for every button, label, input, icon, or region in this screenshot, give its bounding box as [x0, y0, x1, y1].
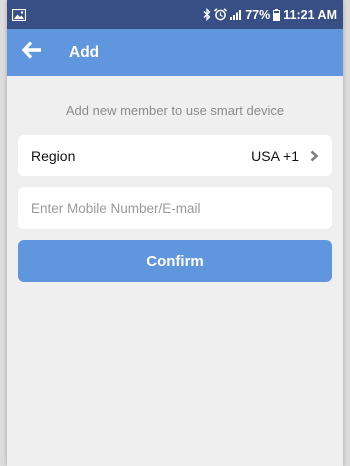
signal-icon: [230, 9, 242, 20]
region-value: USA +1: [251, 147, 299, 164]
bluetooth-icon: [203, 8, 211, 21]
gallery-icon: [12, 8, 26, 21]
clock: 11:21 AM: [283, 7, 337, 22]
phone-screen: 77% 11:21 AM Add Add new member to use s…: [7, 0, 343, 466]
mobile-email-input[interactable]: [18, 187, 332, 229]
alarm-icon: [214, 8, 228, 21]
region-selector[interactable]: Region USA +1: [18, 135, 332, 176]
region-label: Region: [31, 147, 76, 164]
subtitle: Add new member to use smart device: [65, 103, 285, 118]
battery-percent: 77%: [245, 7, 271, 22]
battery-icon: [273, 8, 281, 21]
confirm-button[interactable]: Confirm: [18, 240, 332, 282]
chevron-right-icon: [310, 150, 319, 162]
status-bar: 77% 11:21 AM: [7, 0, 343, 29]
page-title: Add: [69, 43, 100, 61]
main-content: Add new member to use smart device Regio…: [7, 103, 343, 282]
back-button[interactable]: [21, 41, 43, 64]
app-bar: Add: [7, 29, 343, 76]
back-arrow-icon: [21, 41, 42, 64]
